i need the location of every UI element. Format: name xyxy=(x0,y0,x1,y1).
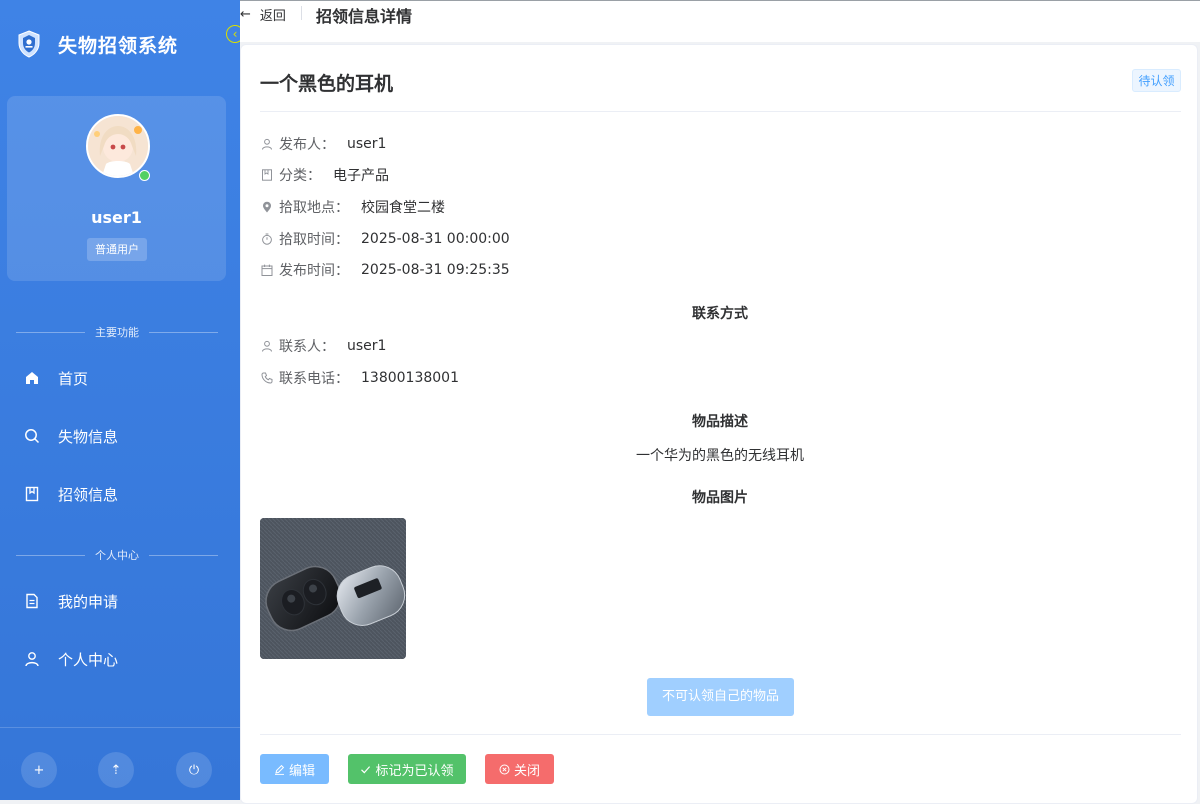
field-value: 2025-08-31 09:25:35 xyxy=(361,262,510,278)
field-pickup-time: 拾取时间： 2025-08-31 00:00:00 xyxy=(260,229,510,249)
stopwatch-icon xyxy=(260,232,274,246)
brand: 失物招领系统 xyxy=(16,26,178,62)
status-badge: 待认领 xyxy=(1132,69,1181,92)
section-title-personal: 个人中心 xyxy=(16,547,218,563)
edit-button[interactable]: 编辑 xyxy=(260,754,329,784)
home-icon xyxy=(23,369,41,387)
bookmark-icon xyxy=(23,485,41,503)
divider xyxy=(260,734,1181,735)
close-circle-icon xyxy=(499,764,510,775)
close-label: 关闭 xyxy=(513,763,540,779)
logout-button[interactable]: ⏻ xyxy=(176,752,212,788)
shield-logo-icon xyxy=(16,29,42,59)
item-title: 一个黑色的耳机 xyxy=(260,73,394,95)
user-icon xyxy=(23,650,41,668)
username: user1 xyxy=(91,208,142,227)
item-photo[interactable] xyxy=(260,518,406,659)
field-pickup-location: 拾取地点： 校园食堂二楼 xyxy=(260,197,445,217)
field-label: 拾取时间： xyxy=(279,232,349,248)
field-value: 校园食堂二楼 xyxy=(361,200,445,216)
sidebar-item-label: 招领信息 xyxy=(58,485,119,504)
item-description: 一个华为的黑色的无线耳机 xyxy=(636,448,804,464)
sidebar-item-label: 首页 xyxy=(58,369,89,388)
upload-button[interactable]: ⇡ xyxy=(98,752,134,788)
field-value: user1 xyxy=(347,136,387,152)
calendar-icon xyxy=(260,263,274,277)
online-status-dot xyxy=(139,170,150,181)
field-label: 拾取地点： xyxy=(279,200,349,216)
chevron-left-icon: ‹ xyxy=(232,27,238,41)
upload-icon: ⇡ xyxy=(110,762,122,778)
sidebar-item-label: 我的申请 xyxy=(58,592,119,611)
detail-card: 一个黑色的耳机 待认领 发布人： user1 分类： 电子产品 拾取地点： 校园… xyxy=(240,44,1198,804)
back-button[interactable]: ← 返回 xyxy=(240,5,286,24)
app-title: 失物招领系统 xyxy=(58,34,179,57)
section-label: 个人中心 xyxy=(95,549,139,562)
section-title-main: 主要功能 xyxy=(16,324,218,340)
sidebar-item-my-applications[interactable]: 我的申请 xyxy=(0,579,240,623)
arrow-left-icon: ← xyxy=(240,6,251,22)
sidebar-item-label: 失物信息 xyxy=(58,427,119,446)
page-header: ← 返回 招领信息详情 xyxy=(240,0,1200,42)
page-title: 招领信息详情 xyxy=(316,7,413,26)
field-publish-time: 发布时间： 2025-08-31 09:25:35 xyxy=(260,260,510,280)
section-label: 主要功能 xyxy=(95,326,139,339)
avatar[interactable] xyxy=(86,114,150,178)
role-badge: 普通用户 xyxy=(87,238,147,261)
divider xyxy=(260,111,1181,112)
back-label: 返回 xyxy=(259,8,286,24)
field-publisher: 发布人： user1 xyxy=(260,134,386,154)
contact-heading: 联系方式 xyxy=(692,306,748,322)
sidebar: 失物招领系统 ‹ user1 普通用户 主要功能 首页 失物信息 招领信息 个人… xyxy=(0,0,244,800)
phone-icon xyxy=(260,371,274,385)
edit-icon xyxy=(274,764,285,775)
power-icon: ⏻ xyxy=(188,762,200,778)
sidebar-divider xyxy=(0,727,240,728)
add-button[interactable]: + xyxy=(21,752,57,788)
field-value: 2025-08-31 00:00:00 xyxy=(361,231,510,247)
user-icon xyxy=(260,137,274,151)
field-value: user1 xyxy=(347,338,387,354)
mark-claimed-button[interactable]: 标记为已认领 xyxy=(348,754,466,784)
field-label: 分类： xyxy=(279,168,321,184)
field-label: 发布人： xyxy=(279,137,335,153)
sidebar-item-label: 个人中心 xyxy=(58,650,119,669)
user-icon xyxy=(260,339,274,353)
claim-button-disabled[interactable]: 不可认领自己的物品 xyxy=(647,678,794,716)
profile-card: user1 普通用户 xyxy=(7,96,226,281)
sidebar-item-lost-info[interactable]: 失物信息 xyxy=(0,414,240,458)
sidebar-item-personal-center[interactable]: 个人中心 xyxy=(0,637,240,681)
mark-claimed-label: 标记为已认领 xyxy=(375,763,454,779)
close-button[interactable]: 关闭 xyxy=(485,754,554,784)
description-heading: 物品描述 xyxy=(692,414,748,430)
field-contact-phone: 联系电话： 13800138001 xyxy=(260,368,459,388)
field-value: 13800138001 xyxy=(361,370,459,386)
location-icon xyxy=(260,200,274,214)
category-icon xyxy=(260,168,274,182)
document-icon xyxy=(23,592,41,610)
plus-icon: + xyxy=(33,762,45,778)
edit-label: 编辑 xyxy=(288,763,315,779)
sidebar-item-found-info[interactable]: 招领信息 xyxy=(0,472,240,516)
field-value: 电子产品 xyxy=(333,168,389,184)
images-heading: 物品图片 xyxy=(692,490,748,506)
field-category: 分类： 电子产品 xyxy=(260,165,389,185)
field-label: 联系电话： xyxy=(279,371,349,387)
header-divider xyxy=(301,6,302,20)
check-icon xyxy=(360,764,371,775)
field-contact-person: 联系人： user1 xyxy=(260,336,386,356)
field-label: 联系人： xyxy=(279,339,335,355)
search-icon xyxy=(23,427,41,445)
field-label: 发布时间： xyxy=(279,263,349,279)
sidebar-item-home[interactable]: 首页 xyxy=(0,356,240,400)
